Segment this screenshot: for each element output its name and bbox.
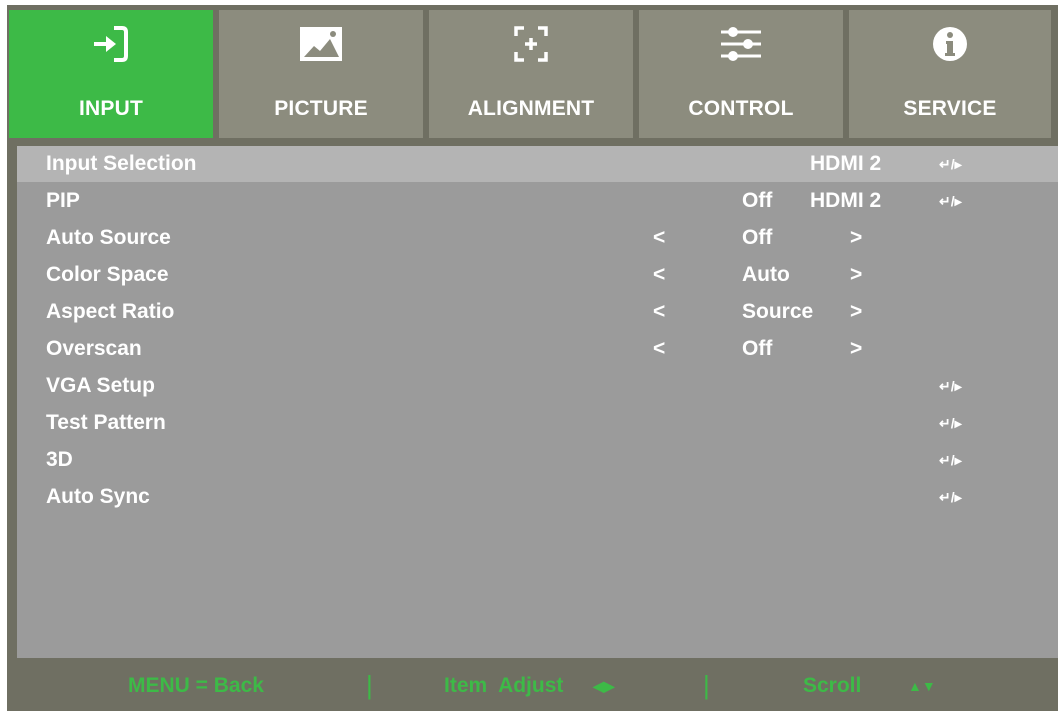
row-name: PIP <box>46 189 80 212</box>
menu-row-aspect-ratio[interactable]: Aspect Ratio < Source > <box>17 294 1058 330</box>
menu-row-pip[interactable]: PIP Off HDMI 2 ↵/▸ <box>17 183 1058 219</box>
control-icon <box>718 24 764 64</box>
menu-row-auto-source[interactable]: Auto Source < Off > <box>17 220 1058 256</box>
tab-control[interactable]: CONTROL <box>639 10 843 138</box>
up-down-arrows-icon: ▲▼ <box>908 678 936 694</box>
menu-row-input-selection[interactable]: Input Selection HDMI 2 ↵/▸ <box>17 146 1058 182</box>
menu-row-test-pattern[interactable]: Test Pattern ↵/▸ <box>17 405 1058 441</box>
row-name: Auto Sync <box>46 485 150 508</box>
service-icon <box>927 24 973 64</box>
item-adjust-hint: Item Adjust <box>444 674 564 697</box>
menu-row-vga-setup[interactable]: VGA Setup ↵/▸ <box>17 368 1058 404</box>
tab-picture[interactable]: PICTURE <box>219 10 423 138</box>
tab-input-label: INPUT <box>79 97 143 120</box>
tab-control-label: CONTROL <box>688 97 794 120</box>
row-value: Off <box>742 337 773 360</box>
row-name: Color Space <box>46 263 169 286</box>
enter-icon: ↵/▸ <box>939 193 962 209</box>
row-value: Source <box>742 300 814 323</box>
alignment-icon <box>508 24 554 64</box>
enter-icon: ↵/▸ <box>939 156 962 172</box>
tab-alignment-label: ALIGNMENT <box>467 97 595 120</box>
menu-back-hint: MENU = Back <box>128 674 264 697</box>
row-value: Off <box>742 226 773 249</box>
right-arrow-icon[interactable]: > <box>850 226 862 250</box>
row-value: Auto <box>742 263 790 286</box>
row-name: Overscan <box>46 337 142 360</box>
menu-row-auto-sync[interactable]: Auto Sync ↵/▸ <box>17 479 1058 515</box>
right-arrow-icon[interactable]: > <box>850 300 862 324</box>
left-arrow-icon[interactable]: < <box>653 263 665 287</box>
right-arrow-icon[interactable]: > <box>850 337 862 361</box>
menu-row-3d[interactable]: 3D ↵/▸ <box>17 442 1058 478</box>
tab-picture-label: PICTURE <box>274 97 368 120</box>
footer-hints: MENU = Back | Item Adjust ◀▶ | Scroll ▲▼ <box>17 660 1058 711</box>
input-icon <box>88 24 134 64</box>
left-right-arrows-icon: ◀▶ <box>593 678 615 694</box>
picture-icon <box>298 24 344 64</box>
row-name: 3D <box>46 448 73 471</box>
scroll-hint: Scroll <box>803 674 862 697</box>
row-name: Input Selection <box>46 152 197 175</box>
left-arrow-icon[interactable]: < <box>653 226 665 250</box>
tab-service[interactable]: SERVICE <box>849 10 1051 138</box>
menu-row-overscan[interactable]: Overscan < Off > <box>17 331 1058 367</box>
left-arrow-icon[interactable]: < <box>653 337 665 361</box>
enter-icon: ↵/▸ <box>939 489 962 505</box>
menu-row-color-space[interactable]: Color Space < Auto > <box>17 257 1058 293</box>
tab-service-label: SERVICE <box>903 97 997 120</box>
row-name: Test Pattern <box>46 411 166 434</box>
tab-alignment[interactable]: ALIGNMENT <box>429 10 633 138</box>
row-name: VGA Setup <box>46 374 155 397</box>
row-name: Aspect Ratio <box>46 300 175 323</box>
footer-separator: | <box>703 670 710 700</box>
row-value: Off <box>742 189 773 212</box>
menu-panel: Input Selection HDMI 2 ↵/▸ PIP Off HDMI … <box>17 146 1058 658</box>
row-value-secondary: HDMI 2 <box>810 189 882 212</box>
right-arrow-icon[interactable]: > <box>850 263 862 287</box>
tab-bar: INPUT PICTURE ALIGNMENT CONTROL SERVICE <box>9 8 1051 140</box>
left-arrow-icon[interactable]: < <box>653 300 665 324</box>
enter-icon: ↵/▸ <box>939 452 962 468</box>
tab-input[interactable]: INPUT <box>9 10 213 138</box>
footer-separator: | <box>366 670 373 700</box>
enter-icon: ↵/▸ <box>939 378 962 394</box>
enter-icon: ↵/▸ <box>939 415 962 431</box>
row-name: Auto Source <box>46 226 171 249</box>
row-value: HDMI 2 <box>810 152 882 175</box>
